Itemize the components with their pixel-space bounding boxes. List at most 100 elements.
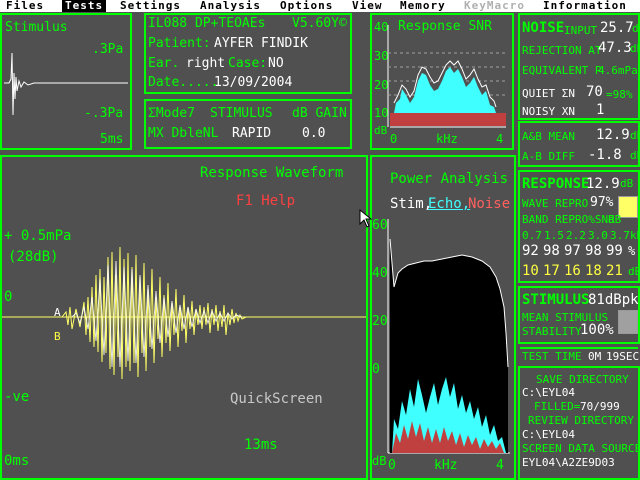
stimulus-trace — [4, 52, 128, 116]
response-waveform-panel: Response Waveform F1 Help + 0.5mPa (28dB… — [0, 155, 368, 480]
power-analysis-panel: Power Analysis Stim, Echo, Noise 60 40 2… — [370, 155, 516, 480]
band-repro-4: 98 — [585, 243, 602, 259]
ab-diff-unit: dB — [630, 149, 640, 162]
directory-panel: SAVE DIRECTORY C:\EYL04 FILLED= 70/999 R… — [518, 366, 640, 480]
stimulus-stability-panel: STIMULUS 81dBpk MEAN STIMULUS STABILITY … — [518, 286, 640, 344]
band-snr-2: 17 — [543, 263, 560, 279]
ab-diff-label: A-B DIFF — [522, 150, 575, 163]
stimulus-level-value: 81dBpk — [588, 292, 639, 308]
noise-panel: NOISE INPUT 25.7 dB REJECTION AT 47.3 dB… — [518, 13, 640, 120]
stimulus-type-label: STIMULUS — [210, 106, 273, 121]
menu-settings[interactable]: Settings — [120, 0, 181, 12]
ab-mean-unit: dB — [630, 129, 640, 142]
band-repro-unit: dB — [608, 213, 622, 226]
gain-label: dB GAIN — [292, 106, 347, 121]
mode-panel: ΣMode7 STIMULUS dB GAIN MX DbleNL RAPID … — [144, 99, 352, 149]
ear-value: right — [186, 56, 226, 71]
quiet-value: 70 — [586, 84, 603, 100]
band-repro-5: 99 — [606, 243, 623, 259]
snr-chart — [387, 25, 506, 128]
band-snr-3: 16 — [564, 263, 581, 279]
band-repro-3: 97 — [564, 243, 581, 259]
device-model: IL088 DP+TEOAEs — [148, 16, 266, 31]
band-snr-4: 18 — [585, 263, 602, 279]
stimulus-type-value: RAPID — [232, 126, 272, 141]
menu-options[interactable]: Options — [280, 0, 333, 12]
band-repro-label: BAND REPRO%SNR — [522, 213, 615, 226]
patient-info-panel: IL088 DP+TEOAEs V5.60Y© Patient: AYFER F… — [144, 13, 352, 94]
band-repro-unit-pct: % — [628, 244, 636, 258]
rejection-unit: dB — [630, 42, 640, 55]
date-value: 13/09/2004 — [214, 75, 293, 90]
band-freq-3: 2.2 — [566, 229, 586, 242]
band-freq-5: 3.7 — [610, 229, 630, 242]
gain-value: 0.0 — [302, 126, 326, 141]
band-snr-5: 21 — [606, 263, 623, 279]
patient-name: AYFER FINDIK — [214, 36, 308, 51]
quiet-percent: =98% — [606, 88, 633, 101]
quiet-label: QUIET ΣN — [522, 87, 575, 100]
menu-analysis[interactable]: Analysis — [200, 0, 261, 12]
filled-label: FILLED= — [534, 400, 581, 413]
band-freq-4: 3.0 — [588, 229, 608, 242]
test-time-minutes: 0M — [588, 350, 602, 363]
mode-value: MX DbleNL — [148, 126, 219, 141]
date-label: Date..... — [148, 75, 219, 90]
menu-tests[interactable]: Tests — [62, 0, 107, 12]
rejection-label: REJECTION AT — [522, 44, 602, 57]
menu-memory[interactable]: Memory — [400, 0, 446, 12]
noise-input-label: INPUT — [564, 24, 598, 37]
response-value: 12.9 — [586, 176, 620, 192]
test-time-seconds: 19SEC — [606, 350, 640, 363]
ab-mean-value: 12.9 — [596, 127, 630, 143]
stability-swatch — [618, 310, 638, 334]
test-time-label: TEST TIME — [522, 350, 582, 363]
response-results-panel: RESPONSE 12.9 dB WAVE REPRO 97% BAND REP… — [518, 170, 640, 283]
case-value: NO — [268, 56, 284, 71]
response-unit: dB — [620, 177, 634, 190]
menu-information[interactable]: Information — [543, 0, 627, 12]
ear-label: Ear. — [148, 56, 180, 71]
mouse-cursor-icon — [359, 208, 373, 228]
ab-mean-label: A&B MEAN — [522, 130, 575, 143]
response-snr-panel: Response SNR 40 30 20 10 dB 0 kHz 4 — [370, 13, 514, 150]
noise-input-unit: dB — [632, 22, 640, 35]
band-freq-1: 0.7 — [522, 229, 542, 242]
stability-value: 100% — [580, 322, 614, 338]
ab-diff-value: -1.8 — [588, 147, 622, 163]
screen-data-source-value: EYL04\A2ZE9D03 — [522, 456, 615, 469]
test-time-divider — [520, 347, 638, 349]
band-snr-1: 10 — [522, 263, 539, 279]
noise-title: NOISE — [522, 20, 565, 36]
menu-bar: Files Tests Settings Analysis Options Vi… — [0, 0, 640, 12]
response-title: RESPONSE — [522, 176, 590, 192]
noisy-label: NOISY XN — [522, 105, 575, 118]
band-repro-2: 98 — [543, 243, 560, 259]
waveform-chart — [2, 246, 366, 380]
menu-view[interactable]: View — [352, 0, 383, 12]
save-directory-label: SAVE DIRECTORY — [536, 373, 629, 386]
mode-label: ΣMode7 — [148, 106, 195, 121]
stimulus-panel: Stimulus .3Pa -.3Pa 5ms — [0, 13, 132, 150]
stability-label: STABILITY — [522, 325, 582, 338]
review-directory-path[interactable]: C:\EYL04 — [522, 429, 575, 440]
screen-data-source-label: SCREEN DATA SOURCE — [522, 442, 640, 455]
save-directory-path[interactable]: C:\EYL04 — [522, 387, 575, 398]
ab-panel: A&B MEAN 12.9 dB A-B DIFF -1.8 dB — [518, 121, 640, 167]
equivalent-label: EQUIVALENT P — [522, 64, 602, 77]
band-snr-unit: dB — [628, 265, 640, 278]
band-freq-2: 1.5 — [544, 229, 564, 242]
filled-value: 70/999 — [580, 400, 620, 413]
rejection-value: 47.3 — [598, 40, 632, 56]
noisy-value: 1 — [596, 102, 605, 118]
case-label: Case: — [228, 56, 268, 71]
power-chart — [387, 219, 510, 454]
software-version: V5.60Y© — [292, 16, 347, 31]
patient-label: Patient: — [148, 36, 211, 51]
wave-repro-value: 97% — [590, 195, 614, 210]
equivalent-value: 4.6mPa — [598, 64, 638, 77]
wave-repro-label: WAVE REPRO — [522, 197, 589, 210]
menu-files[interactable]: Files — [6, 0, 44, 12]
menu-keymacro[interactable]: KeyMacro — [464, 0, 525, 12]
noise-input-value: 25.7 — [600, 20, 634, 36]
